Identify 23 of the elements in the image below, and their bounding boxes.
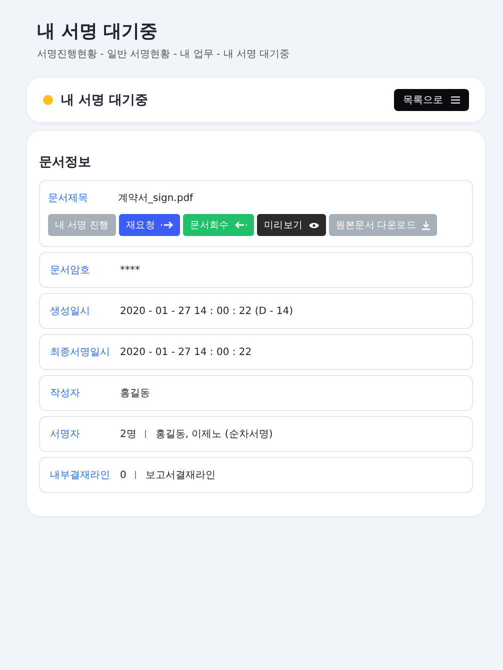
action-button[interactable]: 재요청 <box>118 214 180 236</box>
field-value: 홍길동, 이제노 (순차서명) <box>155 428 273 441</box>
field-label: 문서암호 <box>50 264 91 277</box>
field-label: 작성자 <box>50 387 81 400</box>
status-title: 내 서명 대기중 <box>61 92 150 109</box>
field-value: 계약서_sign.pdf <box>118 192 194 205</box>
field-value: 2명 <box>120 428 136 441</box>
field-label: 서명자 <box>50 428 81 441</box>
field-value: **** <box>120 264 140 276</box>
field-value: 2020 - 01 - 27 14 : 00 : 22 <box>120 346 252 358</box>
field-value: 0 <box>120 470 126 480</box>
field-label: 문서제목 <box>48 192 89 205</box>
action-button[interactable]: 미리보기 <box>256 214 326 236</box>
breadcrumb: 서명진행현황 - 일반 서명현황 - 내 업무 - 내 서명 대기중 <box>37 48 291 61</box>
field-value: 2020 - 01 - 27 14 : 00 : 22 (D - 14) <box>120 306 294 316</box>
list-button[interactable]: 목록으로 <box>394 89 469 111</box>
field-value: 보고서결재라인 <box>145 469 216 482</box>
section-title: 문서정보 <box>39 154 92 171</box>
field-label: 최종서명일시 <box>50 346 111 359</box>
field-label: 생성일시 <box>50 305 91 318</box>
page-title: 내 서명 대기중 <box>37 20 159 44</box>
field-value: 홍길동 <box>120 387 150 400</box>
field-label: 내부결재라인 <box>50 469 111 482</box>
